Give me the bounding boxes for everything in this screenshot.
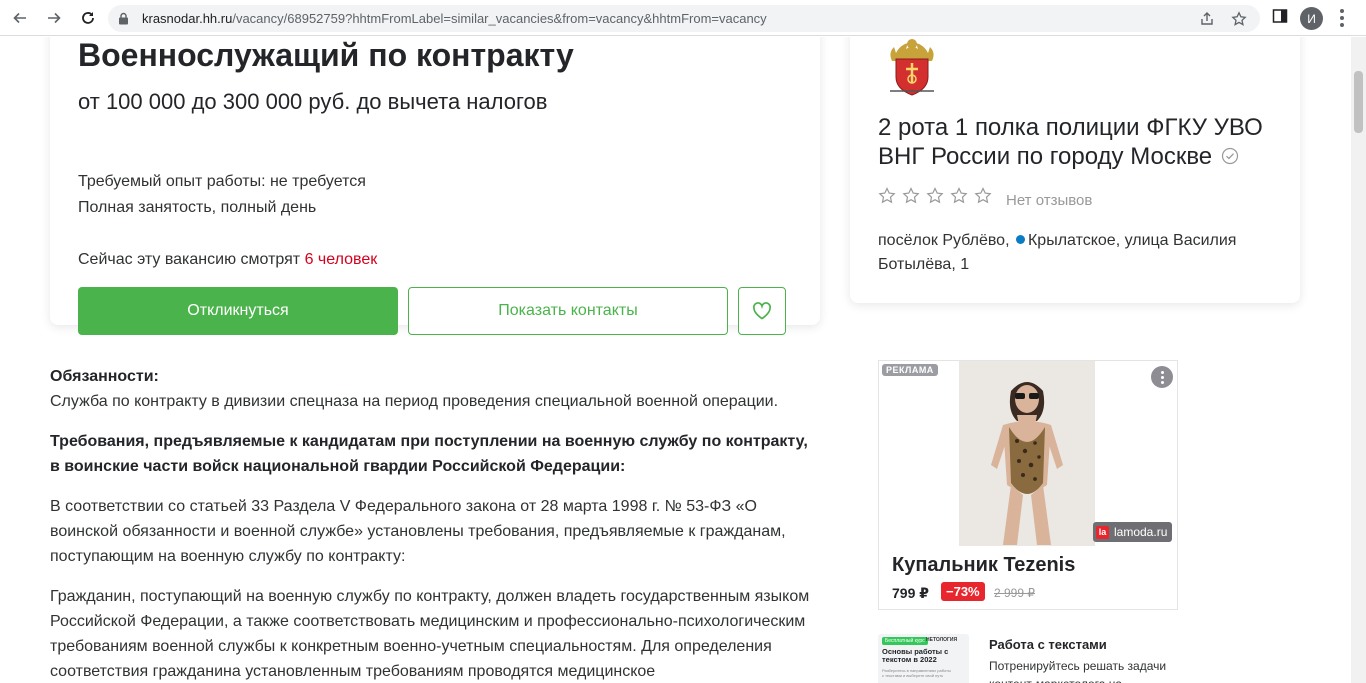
ad-product-image[interactable] [959,361,1095,546]
side-panel-button[interactable] [1272,8,1288,29]
watching-now: Сейчас эту вакансию смотрят 6 человек [78,251,378,268]
favorite-button[interactable] [738,287,786,335]
profile-avatar[interactable]: И [1300,7,1323,30]
employer-name[interactable]: 2 рота 1 полка полиции ФГКУ УВО ВНГ Росс… [878,113,1278,172]
reviews-link[interactable]: Нет отзывов [1006,192,1092,209]
ad-banner[interactable]: РЕКЛАМА la lamoda.ru Купальник Tezenis 7… [878,360,1178,610]
vacancy-employment: Полная занятость, полный день [78,199,317,216]
requirements-heading: Требования, предъявляемые к кандидатам п… [50,433,808,475]
duties-block: Обязанности: Служба по контракту в дивиз… [50,364,820,414]
bookmark-star-icon[interactable] [1230,10,1248,28]
arrow-left-icon [13,12,26,24]
description-paragraph: Гражданин, поступающий на военную службу… [50,588,810,680]
course-title[interactable]: Работа с текстами [989,637,1107,652]
ad-brand-badge[interactable]: la lamoda.ru [1093,522,1173,542]
ad-price: 799 ₽ [892,585,929,601]
verified-check-icon [1221,143,1239,172]
rating-stars[interactable] [878,187,992,205]
share-icon[interactable] [1198,10,1216,28]
page-viewport: Военнослужащий по контракту от 100 000 д… [0,37,1366,683]
star-icon [974,187,992,204]
employer-address: посёлок Рублёво, Крылатское, улица Васил… [878,232,1237,273]
browser-toolbar: krasnodar.hh.ru/vacancy/68952759?hhtmFro… [0,0,1366,36]
vacancy-title: Военнослужащий по контракту [78,37,574,73]
vacancy-description: Обязанности: Служба по контракту в дивиз… [50,364,820,683]
duties-text: Служба по контракту в дивизии спецназа н… [50,393,779,410]
ad-menu-icon[interactable] [1151,366,1173,388]
star-icon [878,187,896,204]
star-icon [950,187,968,204]
heart-icon [753,302,771,320]
url-text: krasnodar.hh.ru/vacancy/68952759?hhtmFro… [142,11,767,26]
watching-count: 6 человек [304,251,378,268]
page-scrollbar[interactable] [1351,37,1366,683]
respond-button[interactable]: Откликнуться [78,287,398,335]
vacancy-experience: Требуемый опыт работы: не требуется [78,173,366,190]
ad-title[interactable]: Купальник Tezenis [892,554,1075,577]
course-text: Потренируйтесь решать задачи контент-мар… [989,659,1167,683]
show-contacts-button[interactable]: Показать контакты [408,287,728,335]
address-bar[interactable]: krasnodar.hh.ru/vacancy/68952759?hhtmFro… [108,5,1260,32]
forward-button[interactable] [42,6,66,30]
back-button[interactable] [8,6,32,30]
duties-heading: Обязанности: [50,368,159,385]
description-paragraph: В соответствии со статьей 33 Раздела V Ф… [50,498,786,565]
employer-card: 2 рота 1 полка полиции ФГКУ УВО ВНГ Росс… [850,37,1300,303]
star-icon [926,187,944,204]
employer-logo[interactable] [886,37,938,97]
side-panel-icon [1272,9,1288,23]
reload-button[interactable] [76,6,100,30]
vacancy-salary: от 100 000 до 300 000 руб. до вычета нал… [78,89,548,114]
arrow-right-icon [48,12,61,24]
ad-label: РЕКЛАМА [882,364,938,376]
reload-icon [82,12,94,24]
vacancy-card: Военнослужащий по контракту от 100 000 д… [50,37,820,335]
ad-discount-badge: −73% [941,582,985,601]
lock-icon [118,12,129,30]
lamoda-logo-icon: la [1096,525,1109,539]
ad-old-price: 2 999 ₽ [994,586,1035,600]
star-icon [902,187,920,204]
browser-menu-icon[interactable] [1340,9,1344,27]
course-thumbnail[interactable]: Бесплатный курс НЕТОЛОГИЯ Основы работы … [878,634,969,683]
metro-line-icon [1015,235,1025,244]
scrollbar-thumb[interactable] [1354,71,1363,133]
